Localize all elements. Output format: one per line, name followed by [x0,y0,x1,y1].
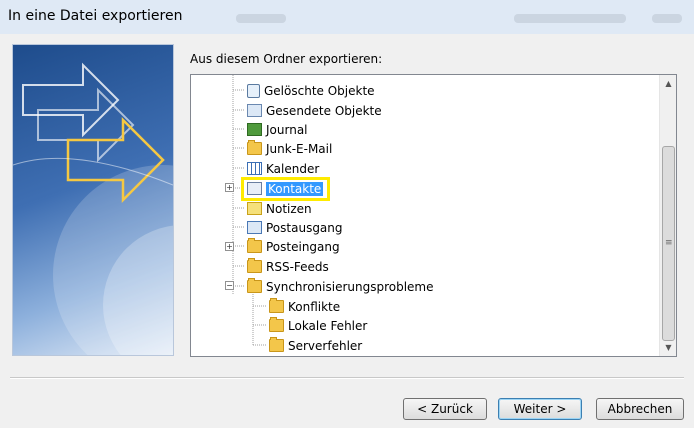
next-button[interactable]: Weiter > [498,398,582,420]
deleted-items-icon [247,83,260,98]
tree-item-geloeschte-objekte[interactable]: Gelöschte Objekte [247,81,375,100]
folder-icon [247,278,262,293]
tree-item-kontakte[interactable]: Kontakte [247,179,324,198]
expand-toggle[interactable]: + [225,183,234,192]
tree-item-serverfehler[interactable]: Serverfehler [269,336,362,355]
sent-items-icon [247,104,262,117]
calendar-icon [247,162,262,175]
scroll-down-icon[interactable]: ▼ [660,339,676,356]
tree-item-rss-feeds[interactable]: RSS-Feeds [247,257,329,276]
wizard-banner-image [12,44,174,356]
folder-icon [269,317,284,332]
scrollbar-thumb[interactable]: ≡ [662,146,675,341]
tree-item-notizen[interactable]: Notizen [247,199,312,218]
vertical-scrollbar[interactable]: ▲ ≡ ▼ [659,75,676,356]
tree-item-konflikte[interactable]: Konflikte [269,297,340,316]
blurred-background-tab [236,14,286,23]
folder-icon [247,258,262,273]
notes-icon [247,202,262,215]
arrow-graphic-icon [13,62,173,355]
collapse-toggle[interactable]: − [225,281,234,290]
tree-item-gesendete-objekte[interactable]: Gesendete Objekte [247,101,382,120]
tree-item-synchronisierungsprobleme[interactable]: Synchronisierungsprobleme [247,277,434,296]
scroll-up-icon[interactable]: ▲ [660,75,676,92]
window-title: In eine Datei exportieren [8,8,183,24]
button-divider [10,377,684,379]
folder-icon [269,298,284,313]
blurred-background-tab [514,14,626,23]
journal-icon [247,123,262,136]
cancel-button[interactable]: Abbrechen [596,398,684,420]
tree-item-kalender[interactable]: Kalender [247,159,319,178]
grip-icon: ≡ [665,238,673,248]
folder-tree[interactable]: Gelöschte Objekte Gesendete Objekte Jour… [190,74,677,357]
title-bar: In eine Datei exportieren [0,0,694,34]
outbox-icon [247,221,262,234]
tree-item-postausgang[interactable]: Postausgang [247,218,343,237]
contacts-icon [247,182,262,195]
inbox-icon [247,238,262,253]
folder-icon [269,337,284,352]
tree-item-junk-e-mail[interactable]: Junk-E-Mail [247,139,332,158]
expand-toggle[interactable]: + [225,242,234,251]
blurred-background-tab [652,14,682,23]
folder-icon [247,140,262,155]
back-button[interactable]: < Zurück [403,398,487,420]
export-folder-prompt: Aus diesem Ordner exportieren: [190,52,383,66]
tree-item-lokale-fehler[interactable]: Lokale Fehler [269,316,367,335]
tree-item-journal[interactable]: Journal [247,120,308,139]
tree-item-posteingang[interactable]: Posteingang [247,237,340,256]
